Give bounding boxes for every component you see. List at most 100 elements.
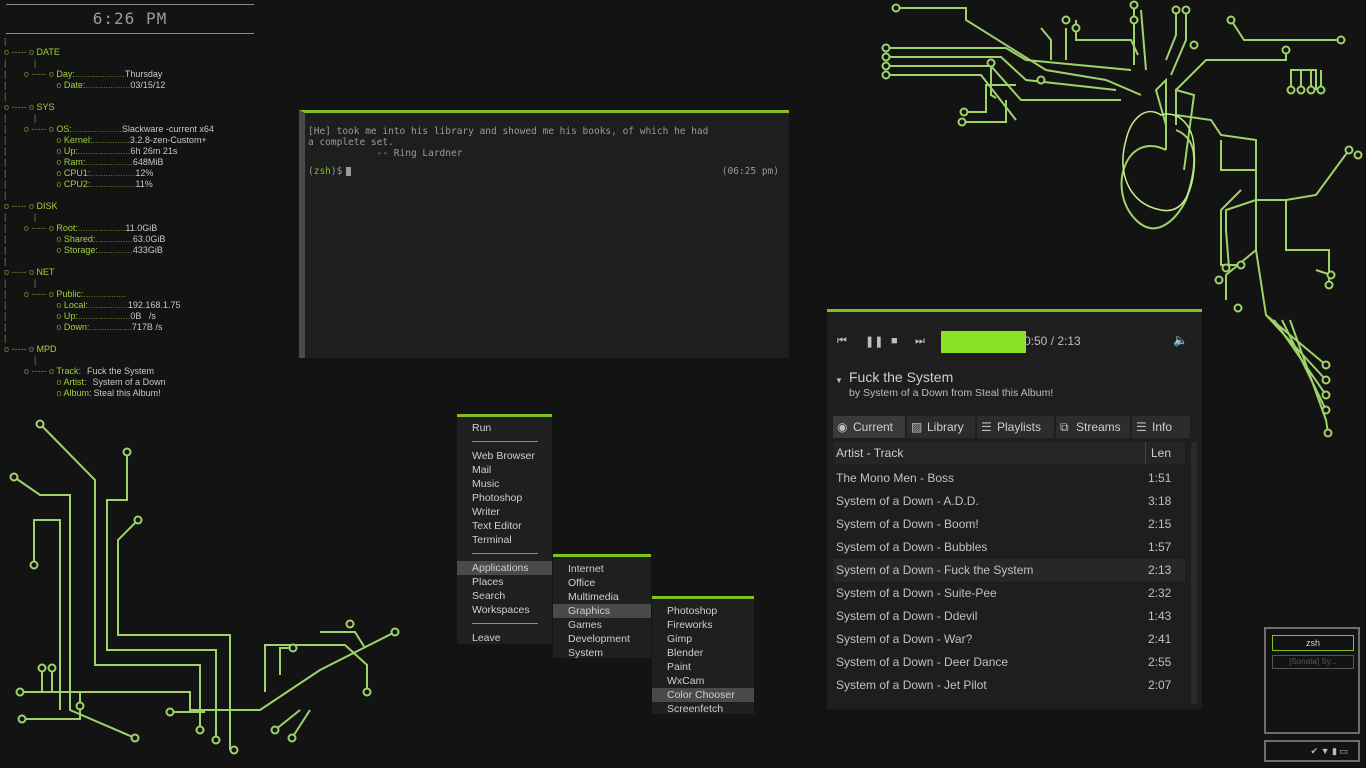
shell-prompt[interactable]: (zsh)$ [308, 166, 352, 177]
menu-item-music[interactable]: Music [457, 477, 552, 491]
menu-item-fireworks[interactable]: Fireworks [652, 618, 754, 632]
pause-icon[interactable]: ❚❚ [865, 335, 883, 348]
stop-icon[interactable]: ■ [891, 335, 898, 347]
row-track-length: 2:55 [1148, 655, 1172, 669]
menu-item-search[interactable]: Search [457, 589, 552, 603]
menu-item-photoshop-app[interactable]: Photoshop [652, 604, 754, 618]
volume-tray-icon[interactable]: ▮ [1332, 746, 1337, 756]
conky-kernel-value: 3.2.8-zen-Custom+ [129, 135, 207, 145]
tab-library-label: Library [927, 420, 964, 434]
column-artist-track[interactable]: Artist - Track [836, 442, 903, 464]
menu-separator [472, 623, 538, 624]
disc-icon: ◉ [837, 420, 848, 434]
tab-playlists[interactable]: ☰ Playlists [977, 416, 1054, 438]
track-time: 0:50 / 2:13 [1024, 334, 1081, 348]
playlist-row-current[interactable]: System of a Down - Fuck the System 2:13 [833, 559, 1185, 582]
player-tabs: ◉ Current ▨ Library ☰ Playlists ⧉ Streams ☰ I… [833, 416, 1190, 438]
pager-window-sonata[interactable]: [Sonata] Sy... [1272, 655, 1354, 669]
conky-shared-value: 63.0GiB [132, 234, 166, 244]
menu-item-run[interactable]: Run [457, 421, 552, 435]
conky-cpu1-value: 12% [135, 168, 154, 178]
menu-item-paint[interactable]: Paint [652, 660, 754, 674]
menu-item-games[interactable]: Games [553, 618, 651, 632]
menu-item-text-editor[interactable]: Text Editor [457, 519, 552, 533]
now-playing-subtitle: by System of a Down from Steal this Albu… [849, 387, 1054, 399]
playlist-row[interactable]: System of a Down - A.D.D. 3:18 [833, 490, 1185, 513]
menu-item-mail[interactable]: Mail [457, 463, 552, 477]
playlist-row[interactable]: System of a Down - Deer Dance 2:55 [833, 651, 1185, 674]
playlist-row[interactable]: System of a Down - Jet Pilot 2:07 [833, 674, 1185, 697]
tab-streams-label: Streams [1076, 420, 1121, 434]
playlist-row[interactable]: The Mono Men - Boss 1:51 [833, 467, 1185, 490]
menu-item-places[interactable]: Places [457, 575, 552, 589]
info-list-icon: ☰ [1136, 420, 1147, 434]
previous-track-icon[interactable]: ⏮ [837, 335, 847, 348]
menu-item-internet[interactable]: Internet [553, 562, 651, 576]
conky-day-value: Thursday [124, 69, 163, 79]
menu-item-gimp[interactable]: Gimp [652, 632, 754, 646]
menu-item-screenfetch[interactable]: Screenfetch [652, 702, 754, 716]
menu-item-system[interactable]: System [553, 646, 651, 660]
music-player-window: ⏮ ❚❚ ■ ⏭ 0:50 / 2:13 🔈 ▼ Fuck the System… [827, 309, 1202, 709]
wifi-icon[interactable]: ▼ [1321, 746, 1330, 756]
conky-track-value: Fuck the System [87, 366, 155, 376]
menu-item-terminal[interactable]: Terminal [457, 533, 552, 547]
menu-item-color-chooser[interactable]: Color Chooser [652, 688, 754, 702]
menu-item-writer[interactable]: Writer [457, 505, 552, 519]
conky-root-label: Root: [56, 223, 78, 233]
menu-item-web-browser[interactable]: Web Browser [457, 449, 552, 463]
track-progress-bar[interactable] [941, 331, 1026, 353]
conky-cpu1-label: CPU1: [63, 168, 91, 178]
row-track-length: 2:07 [1148, 678, 1172, 692]
row-track-name: System of a Down - Suite-Pee [836, 586, 997, 600]
playlist-row[interactable]: System of a Down - Suite-Pee 2:32 [833, 582, 1185, 605]
menu-item-applications[interactable]: Applications [457, 561, 552, 575]
menu-item-workspaces[interactable]: Workspaces [457, 603, 552, 617]
now-playing-title: Fuck the System [849, 369, 954, 385]
conky-album-label: Album: [63, 388, 92, 398]
conky-track-label: Track: [56, 366, 82, 376]
conky-sysinfo-widget: | o ----- o DATE | | | o ----- o Day:...… [4, 36, 214, 398]
next-track-icon[interactable]: ⏭ [915, 335, 925, 348]
playlist-icon: ☰ [981, 420, 992, 434]
conky-disk-header: DISK [36, 201, 58, 211]
terminal-window[interactable]: [He] took me into his library and showed… [299, 110, 789, 358]
expander-arrow-icon[interactable]: ▼ [835, 376, 843, 385]
playlist-scrollbar[interactable] [1191, 442, 1197, 704]
menu-item-development[interactable]: Development [553, 632, 651, 646]
conky-shared-label: Shared: [63, 234, 96, 244]
quote-line-2: a complete set. [308, 137, 394, 148]
desktop-clock: 6:26 PM [6, 4, 254, 34]
playlist-header: Artist - Track Len [833, 442, 1185, 464]
pager-window-zsh[interactable]: zsh [1272, 635, 1354, 651]
menu-item-blender[interactable]: Blender [652, 646, 754, 660]
menu-item-multimedia[interactable]: Multimedia [553, 590, 651, 604]
menu-item-leave[interactable]: Leave [457, 631, 552, 645]
check-icon[interactable]: ✔ [1311, 746, 1319, 756]
tab-streams[interactable]: ⧉ Streams [1056, 416, 1130, 438]
conky-date-value: 03/15/12 [130, 80, 166, 90]
conky-public-label: Public: [56, 289, 84, 299]
conky-mpd-header: MPD [36, 344, 57, 354]
prompt-time: (06:25 pm) [721, 166, 779, 177]
playlist-row[interactable]: System of a Down - War? 2:41 [833, 628, 1185, 651]
menu-separator [472, 553, 538, 554]
conky-cpu2-label: CPU2: [63, 179, 91, 189]
conky-local-label: Local: [63, 300, 88, 310]
playlist-row[interactable]: System of a Down - Boom! 2:15 [833, 513, 1185, 536]
battery-icon[interactable]: ▭ [1339, 746, 1348, 756]
menu-item-graphics[interactable]: Graphics [553, 604, 651, 618]
volume-icon[interactable]: 🔈 [1173, 333, 1188, 347]
row-track-length: 2:13 [1148, 563, 1172, 577]
playlist-row[interactable]: System of a Down - Ddevil 1:43 [833, 605, 1185, 628]
tab-current[interactable]: ◉ Current [833, 416, 905, 438]
conky-day-label: Day: [56, 69, 75, 79]
menu-item-office[interactable]: Office [553, 576, 651, 590]
menu-item-photoshop[interactable]: Photoshop [457, 491, 552, 505]
conky-artist-value: System of a Down [92, 377, 166, 387]
menu-item-wxcam[interactable]: WxCam [652, 674, 754, 688]
tab-info[interactable]: ☰ Info [1132, 416, 1190, 438]
tab-library[interactable]: ▨ Library [907, 416, 975, 438]
column-length[interactable]: Len [1145, 442, 1171, 464]
playlist-row[interactable]: System of a Down - Bubbles 1:57 [833, 536, 1185, 559]
